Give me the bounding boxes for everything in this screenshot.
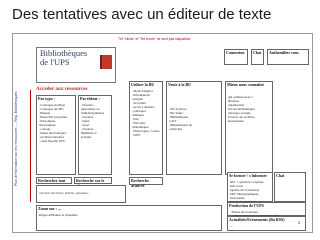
box-venir-bu[interactable]: Venir à la BU - BU Sciences - BU Santé -… — [166, 81, 222, 175]
venir-head: Venir à la BU — [168, 82, 192, 87]
box-chat-bottom[interactable]: Chat — [274, 172, 306, 202]
search-site-tab[interactable]: Recherche sur le site — [74, 177, 112, 187]
header-note: Tét "clicks" et "Tet forme" ne sont pas … — [118, 37, 191, 41]
utiliser-head: Utiliser la BU — [131, 82, 155, 87]
box-par-type[interactable]: Par type : - Catalogue Archipel - Catalo… — [36, 95, 76, 175]
slide-title: Des tentatives avec un éditeur de texte — [12, 6, 272, 23]
page-number: 8 — [298, 220, 301, 225]
connexion-label: Connexion — [226, 50, 245, 55]
box-production[interactable]: Production de l'UPS - Thèses électroniqu… — [227, 202, 306, 222]
vertical-link-text: Plus d'information sur les ressources → … — [14, 91, 18, 186]
utiliser-line[interactable]: - Photocopies / Cartes — [132, 129, 161, 133]
book-icon — [100, 55, 112, 69]
box-par-theme[interactable]: Par thème : - Dossiers généralistes ou m… — [78, 95, 112, 175]
search-all-label: Rechercher tout — [38, 178, 66, 183]
utiliser-line[interactable]: - WIFI — [132, 133, 161, 137]
actualites-head: Actualités/Evènements (flu RSS) — [229, 217, 285, 222]
search-input[interactable]: Chercher des livres, articles, journaux.… — [36, 185, 126, 203]
box-actualites[interactable]: Actualités/Evènements (flu RSS) .... ...… — [227, 216, 306, 232]
advanced-search-button[interactable]: Recherche avancée — [129, 177, 163, 187]
box-utiliser-bu[interactable]: Utiliser la BU - Mode d'emploi - Informa… — [129, 81, 163, 175]
red-divider — [30, 90, 31, 202]
zoom-line[interactable]: Images défilantes et cliquables — [39, 213, 220, 217]
authentifier-label: Authentifier vous — [269, 50, 299, 55]
vertical-link[interactable]: Plus d'information sur les ressources → … — [14, 91, 26, 186]
zoom-head: Zoom sur : ... — [38, 206, 61, 211]
actualites-line[interactable]: .... — [230, 228, 304, 232]
par-type-line[interactable]: - cours Moodle UPS — [39, 139, 74, 143]
chat2-label: Chat — [276, 173, 285, 178]
box-zoom[interactable]: Zoom sur : ... Images défilantes et cliq… — [36, 205, 222, 231]
box-connexion[interactable]: Connexion — [224, 49, 248, 65]
connaitre-line[interactable]: Recrutement — [228, 119, 271, 123]
par-theme-line[interactable]: Sociales — [81, 135, 110, 139]
search-hint: Chercher des livres, articles, journaux.… — [38, 191, 90, 195]
box-se-former[interactable]: Se former / s'informer SID : 1 question … — [227, 172, 273, 204]
box-chat-top[interactable]: Chat — [251, 49, 264, 65]
search-all-tab[interactable]: Rechercher tout — [36, 177, 72, 184]
box-mieux-connaitre[interactable]: Mieux nous connaître Qui sommes-nous ? M… — [225, 81, 273, 175]
par-theme-head: Par thème : — [80, 96, 100, 101]
par-type-head: Par type : — [38, 96, 55, 101]
former-head: Se former / s'informer — [229, 173, 268, 178]
venir-line[interactable]: recherches — [169, 127, 220, 131]
access-title: Accéder aux ressources — [36, 86, 88, 92]
advanced-search-label: Recherche avancée — [131, 178, 149, 188]
connaitre-head: Mieux nous connaître — [227, 82, 265, 87]
library-logo: Bibliothèques de l'UPS — [40, 49, 87, 67]
production-head: Production de l'UPS — [229, 203, 264, 208]
box-authentifier[interactable]: Authentifier vous — [267, 49, 309, 65]
logo-line2: de l'UPS — [40, 57, 70, 67]
chat-label: Chat — [253, 50, 262, 55]
